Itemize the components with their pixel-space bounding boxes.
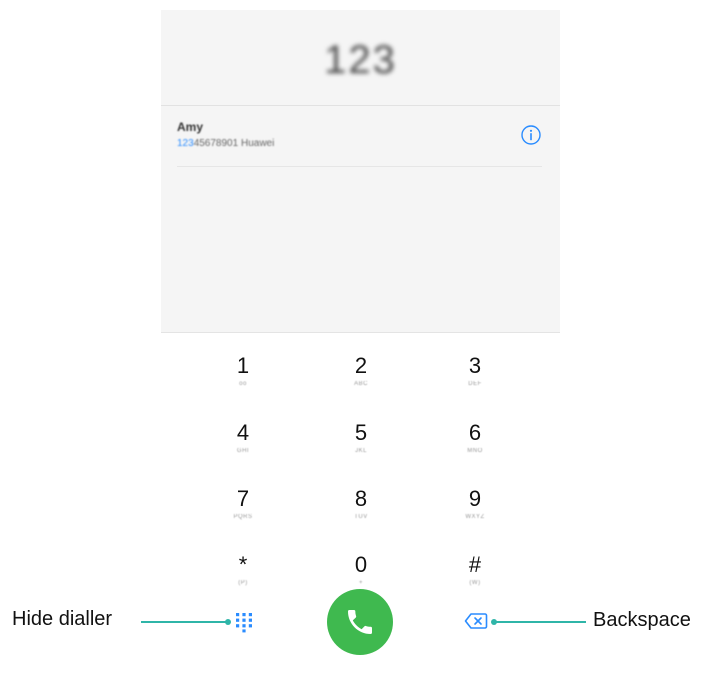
callout-leader-line <box>494 621 586 623</box>
key-digit: 5 <box>354 420 368 445</box>
callout-hide-dialler: Hide dialler <box>12 608 113 630</box>
key-9[interactable]: 9 WXYZ <box>435 486 515 544</box>
divider <box>161 332 560 333</box>
key-letters: oo <box>239 381 247 387</box>
key-7[interactable]: 7 PQRS <box>203 486 283 544</box>
key-6[interactable]: 6 MNO <box>435 420 515 478</box>
callout-leader-dot <box>225 619 231 625</box>
key-digit: 2 <box>354 353 368 378</box>
divider <box>161 105 560 106</box>
key-letters: DEF <box>468 381 482 387</box>
number-rest: 45678901 <box>193 138 239 149</box>
info-icon[interactable] <box>520 124 542 146</box>
key-5[interactable]: 5 JKL <box>321 420 401 478</box>
key-digit: 0 <box>354 552 368 577</box>
key-letters: (P) <box>238 580 248 586</box>
key-letters: + <box>358 580 363 586</box>
key-digit: 3 <box>468 353 482 378</box>
key-digit: 9 <box>468 486 482 511</box>
phone-handset-icon <box>348 610 372 634</box>
key-letters: ABC <box>354 381 368 387</box>
key-digit: 8 <box>354 486 368 511</box>
key-digit: # <box>468 552 482 577</box>
key-letters: TUV <box>354 514 368 520</box>
callout-leader-line <box>141 621 227 623</box>
dialpad-grid-icon[interactable] <box>233 611 255 633</box>
key-digit: 6 <box>468 420 482 445</box>
matched-digits: 123 <box>177 138 194 149</box>
dialer-screenshot: 123 Amy 12345678901 Huawei 1 oo 2 ABC 3 … <box>0 0 710 676</box>
key-letters: WXYZ <box>465 514 485 520</box>
key-letters: JKL <box>355 448 367 454</box>
key-1[interactable]: 1 oo <box>203 353 283 411</box>
callout-leader-dot <box>491 619 497 625</box>
call-button[interactable] <box>327 589 393 655</box>
contact-number: 12345678901 Huawei <box>177 138 274 149</box>
key-star[interactable]: * (P) <box>203 552 283 610</box>
key-3[interactable]: 3 DEF <box>435 353 515 411</box>
dialer-display-area: 123 Amy 12345678901 Huawei <box>161 10 560 332</box>
key-4[interactable]: 4 GHI <box>203 420 283 478</box>
key-letters: MNO <box>467 448 483 454</box>
key-8[interactable]: 8 TUV <box>321 486 401 544</box>
key-digit: 7 <box>236 486 250 511</box>
contact-name: Amy <box>177 120 204 134</box>
key-2[interactable]: 2 ABC <box>321 353 401 411</box>
key-letters: GHI <box>236 448 250 454</box>
callout-backspace: Backspace <box>593 609 691 631</box>
divider <box>177 166 542 167</box>
contact-suggestion[interactable]: Amy 12345678901 Huawei <box>177 114 542 166</box>
key-digit: 1 <box>236 353 250 378</box>
contact-label: Huawei <box>240 138 275 149</box>
phone-screen: 123 Amy 12345678901 Huawei 1 oo 2 ABC 3 … <box>161 10 560 676</box>
key-letters: (W) <box>469 580 481 586</box>
key-digit: * <box>238 552 248 577</box>
entered-number: 123 <box>324 38 397 82</box>
key-letters: PQRS <box>233 514 253 520</box>
backspace-icon[interactable] <box>464 612 488 630</box>
key-digit: 4 <box>236 420 250 445</box>
key-hash[interactable]: # (W) <box>435 552 515 610</box>
